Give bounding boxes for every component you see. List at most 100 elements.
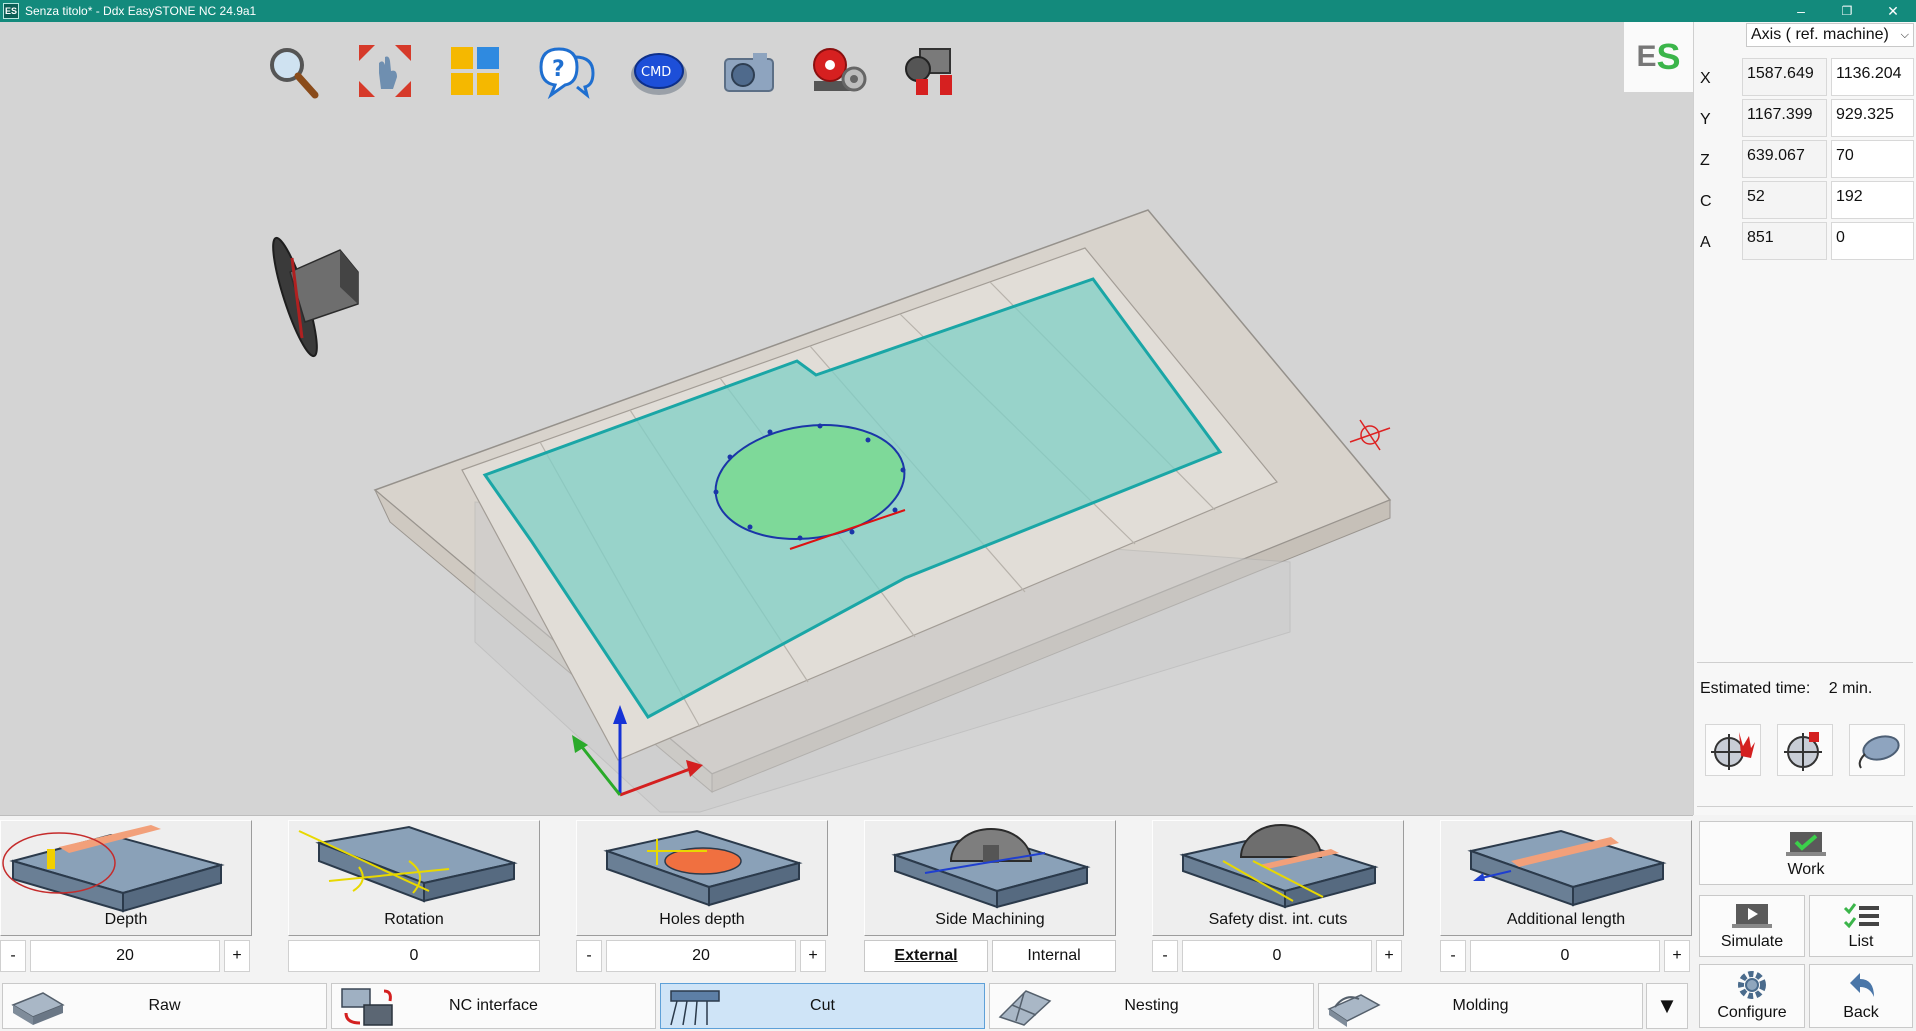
configure-button-label: Configure: [1717, 1004, 1787, 1021]
safety-dist-control: - 0 +: [1152, 940, 1404, 972]
workflow-tab-bar: Raw NC interface Cut Nesting Molding ▼: [0, 979, 1693, 1031]
machine-icon[interactable]: [900, 40, 962, 102]
axis-mode-select[interactable]: Axis ( ref. machine) ⌵: [1746, 23, 1914, 47]
back-button[interactable]: Back: [1809, 964, 1913, 1028]
additional-length-card[interactable]: Additional length: [1440, 820, 1692, 936]
axis-target-input[interactable]: 1136.204: [1831, 58, 1914, 96]
scene-canvas[interactable]: [0, 22, 1693, 815]
operation-panel: Depth - 20 + Rotation 0 Holes depth - 20…: [0, 815, 1693, 979]
probe-button[interactable]: [1849, 724, 1905, 776]
axis-row-c: C 52 192: [1694, 181, 1916, 219]
additional-length-increment-button[interactable]: +: [1664, 940, 1690, 972]
axis-current-value: 851: [1742, 222, 1827, 260]
title-bar: ES Senza titolo* - Ddx EasySTONE NC 24.9…: [0, 0, 1916, 22]
depth-icon: [2, 825, 225, 913]
cmd-button-icon[interactable]: CMD: [628, 40, 690, 102]
3d-viewport[interactable]: ? CMD ES: [0, 22, 1693, 815]
simulate-button-label: Simulate: [1720, 933, 1784, 950]
divider: [1697, 806, 1913, 807]
tab-cut[interactable]: Cut: [660, 983, 985, 1029]
list-button[interactable]: List: [1809, 895, 1913, 957]
rotation-label: Rotation: [384, 911, 444, 928]
axis-target-input[interactable]: 0: [1831, 222, 1914, 260]
maximize-button[interactable]: ❐: [1824, 0, 1870, 22]
manual-positioning-button[interactable]: [1705, 724, 1761, 776]
holes-depth-icon: [603, 829, 803, 907]
more-tabs-button[interactable]: ▼: [1646, 983, 1688, 1029]
work-button[interactable]: Work: [1699, 821, 1913, 885]
tab-raw[interactable]: Raw: [2, 983, 327, 1029]
tab-nesting-label: Nesting: [1124, 997, 1179, 1014]
reference-point-button[interactable]: [1777, 724, 1833, 776]
axis-label: C: [1700, 193, 1712, 210]
simulate-button[interactable]: Simulate: [1699, 895, 1805, 957]
axis-target-input[interactable]: 70: [1831, 140, 1914, 178]
svg-text:CMD: CMD: [641, 65, 671, 80]
simulate-icon: [1732, 904, 1772, 928]
depth-increment-button[interactable]: +: [224, 940, 250, 972]
axis-label: X: [1700, 70, 1711, 87]
safety-dist-card[interactable]: Safety dist. int. cuts: [1152, 820, 1404, 936]
axis-label: A: [1700, 234, 1711, 251]
configure-button[interactable]: Configure: [1699, 964, 1805, 1028]
safety-dist-increment-button[interactable]: +: [1376, 940, 1402, 972]
hand-crosshair-icon: [1711, 732, 1755, 770]
machine-settings-icon[interactable]: [808, 40, 870, 102]
tab-molding-label: Molding: [1452, 997, 1509, 1014]
safety-dist-decrement-button[interactable]: -: [1152, 940, 1178, 972]
depth-card[interactable]: Depth: [0, 820, 252, 936]
axis-row-a: A 851 0: [1694, 222, 1916, 260]
app-icon: ES: [3, 3, 19, 19]
help-chat-icon[interactable]: ?: [536, 40, 598, 102]
window-title: Senza titolo* - Ddx EasySTONE NC 24.9a1: [25, 4, 257, 18]
side-machining-card[interactable]: Side Machining: [864, 820, 1116, 936]
list-icon: [1843, 903, 1879, 929]
tab-molding[interactable]: Molding: [1318, 983, 1643, 1029]
camera-icon[interactable]: [718, 40, 780, 102]
additional-length-icon: [1467, 829, 1667, 907]
tab-nc-interface[interactable]: NC interface: [331, 983, 656, 1029]
estimated-time-label: Estimated time:: [1700, 680, 1811, 697]
safety-dist-input[interactable]: 0: [1182, 940, 1372, 972]
axis-target-input[interactable]: 929.325: [1831, 99, 1914, 137]
magnifier-icon[interactable]: [262, 40, 324, 102]
internal-toggle[interactable]: Internal: [992, 940, 1116, 972]
additional-length-decrement-button[interactable]: -: [1440, 940, 1466, 972]
safety-dist-label: Safety dist. int. cuts: [1208, 911, 1348, 928]
tab-nesting[interactable]: Nesting: [989, 983, 1314, 1029]
additional-length-label: Additional length: [1506, 911, 1626, 928]
external-toggle[interactable]: External: [864, 940, 988, 972]
close-button[interactable]: ✕: [1870, 0, 1916, 22]
work-icon: [1786, 832, 1826, 856]
additional-length-input[interactable]: 0: [1470, 940, 1660, 972]
nc-interface-icon: [341, 988, 393, 1026]
holes-depth-decrement-button[interactable]: -: [576, 940, 602, 972]
rotation-input[interactable]: 0: [288, 940, 540, 972]
holes-depth-card[interactable]: Holes depth: [576, 820, 828, 936]
holes-depth-control: - 20 +: [576, 940, 828, 972]
cut-icon: [670, 990, 720, 1026]
axis-current-value: 1587.649: [1742, 58, 1827, 96]
rotation-control: 0: [288, 940, 540, 972]
axis-row-x: X 1587.649 1136.204: [1694, 58, 1916, 96]
depth-input[interactable]: 20: [30, 940, 220, 972]
depth-decrement-button[interactable]: -: [0, 940, 26, 972]
side-machining-label: Side Machining: [935, 911, 1045, 928]
probe-icon: [1858, 735, 1900, 769]
views-grid-icon[interactable]: [444, 40, 506, 102]
holes-depth-input[interactable]: 20: [606, 940, 796, 972]
axis-target-input[interactable]: 192: [1831, 181, 1914, 219]
zoom-extents-icon[interactable]: [354, 40, 416, 102]
saw-tool: [272, 236, 359, 358]
axis-current-value: 52: [1742, 181, 1827, 219]
minimize-button[interactable]: –: [1778, 0, 1824, 22]
holes-depth-increment-button[interactable]: +: [800, 940, 826, 972]
right-panel: Axis ( ref. machine) ⌵ X 1587.649 1136.2…: [1693, 22, 1916, 815]
divider: [1697, 662, 1913, 663]
gear-icon: [1738, 971, 1766, 999]
molding-icon: [1327, 994, 1381, 1027]
svg-text:?: ?: [552, 57, 565, 82]
rotation-card[interactable]: Rotation: [288, 820, 540, 936]
rotation-icon: [298, 825, 518, 903]
safety-dist-icon: [1179, 824, 1379, 909]
